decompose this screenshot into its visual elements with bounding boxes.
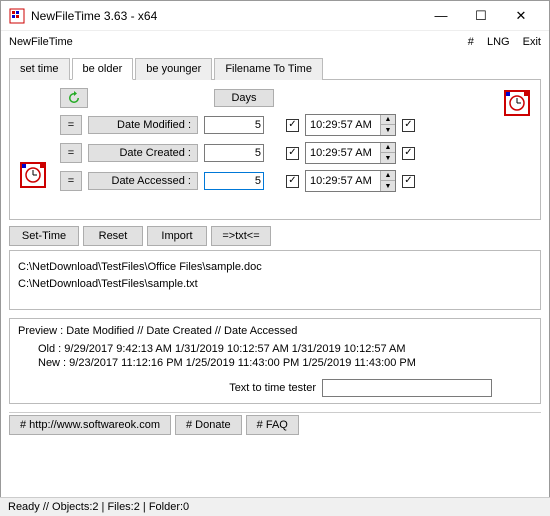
tab-be-younger[interactable]: be younger [135,58,212,80]
eq-button[interactable]: = [60,115,82,135]
list-item[interactable]: C:\NetDownload\TestFiles\Office Files\sa… [18,259,532,276]
time-field[interactable]: ▲▼ [305,170,396,192]
time-field[interactable]: ▲▼ [305,142,396,164]
spin-up[interactable]: ▲ [381,143,395,153]
preview-block: Preview : Date Modified // Date Created … [9,318,541,404]
time-checkbox[interactable]: ✓ [286,119,299,132]
row-checkbox[interactable]: ✓ [402,175,415,188]
time-checkbox[interactable]: ✓ [286,175,299,188]
days-header: Days [214,89,274,107]
date-label: Date Modified : [88,116,198,134]
spin-down[interactable]: ▼ [381,125,395,135]
days-input[interactable] [204,144,264,162]
preview-header: Preview : Date Modified // Date Created … [18,325,532,337]
preview-new: New : 9/23/2017 11:12:16 PM 1/25/2019 11… [38,357,532,369]
tab-be-older[interactable]: be older [72,58,134,80]
eq-button[interactable]: = [60,143,82,163]
days-input[interactable] [204,116,264,134]
tab-panel: Days = Date Modified : ✓ ▲▼ ✓ = Date Cre… [9,80,541,220]
list-item[interactable]: C:\NetDownload\TestFiles\sample.txt [18,276,532,293]
close-button[interactable]: ✕ [501,1,541,31]
tester-input[interactable] [322,379,492,397]
import-button[interactable]: Import [147,226,207,246]
maximize-button[interactable]: ☐ [461,1,501,31]
faq-link[interactable]: # FAQ [246,415,299,435]
tab-set-time[interactable]: set time [9,58,70,80]
spin-down[interactable]: ▼ [381,181,395,191]
window-title: NewFileTime 3.63 - x64 [31,9,421,23]
minimize-button[interactable]: — [421,1,461,31]
clock-icon-right[interactable] [504,90,530,116]
row-checkbox[interactable]: ✓ [402,147,415,160]
app-icon [9,8,25,24]
file-list[interactable]: C:\NetDownload\TestFiles\Office Files\sa… [9,250,541,310]
clock-icon-left[interactable] [20,162,46,188]
set-time-button[interactable]: Set-Time [9,226,79,246]
refresh-icon [67,91,81,105]
site-link[interactable]: # http://www.softwareok.com [9,415,171,435]
spin-up[interactable]: ▲ [381,171,395,181]
time-input[interactable] [306,115,380,135]
time-input[interactable] [306,143,380,163]
time-input[interactable] [306,171,380,191]
reset-button[interactable]: Reset [83,226,143,246]
spin-down[interactable]: ▼ [381,153,395,163]
hash-menu[interactable]: # [468,36,474,48]
tester-label: Text to time tester [229,382,316,394]
preview-old: Old : 9/29/2017 9:42:13 AM 1/31/2019 10:… [38,343,532,355]
time-field[interactable]: ▲▼ [305,114,396,136]
exit-menu[interactable]: Exit [523,36,541,48]
eq-button[interactable]: = [60,171,82,191]
days-input[interactable] [204,172,264,190]
spin-up[interactable]: ▲ [381,115,395,125]
date-label: Date Accessed : [88,172,198,190]
donate-link[interactable]: # Donate [175,415,242,435]
menubar: NewFileTime # LNG Exit [1,31,549,53]
tab-filename-to-time[interactable]: Filename To Time [214,58,323,80]
lng-menu[interactable]: LNG [487,36,510,48]
app-menu[interactable]: NewFileTime [9,36,73,48]
refresh-button[interactable] [60,88,88,108]
action-row: Set-Time Reset Import =>txt<= [9,226,541,246]
date-label: Date Created : [88,144,198,162]
export-txt-button[interactable]: =>txt<= [211,226,271,246]
tabs: set time be older be younger Filename To… [9,57,541,80]
titlebar: NewFileTime 3.63 - x64 — ☐ ✕ [1,1,549,31]
statusbar: Ready // Objects:2 | Files:2 | Folder:0 [0,497,550,516]
row-checkbox[interactable]: ✓ [402,119,415,132]
time-checkbox[interactable]: ✓ [286,147,299,160]
links-row: # http://www.softwareok.com # Donate # F… [9,412,541,435]
